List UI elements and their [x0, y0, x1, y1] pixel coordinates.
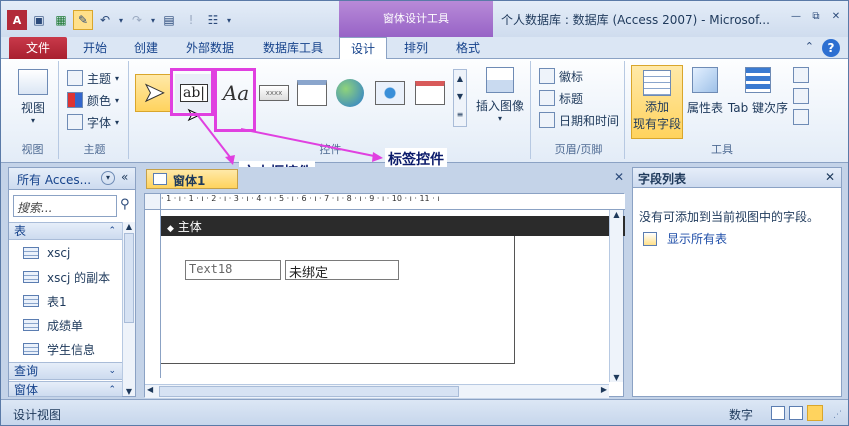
nav-category-tables[interactable]: 表 ⌃ [9, 222, 122, 240]
field-list-header: 字段列表 ✕ [633, 168, 841, 188]
ruler-corner [145, 194, 161, 210]
table-icon [23, 319, 39, 331]
nav-item-xscj[interactable]: xscj [23, 242, 70, 264]
expand-down-icon: ⌄ [108, 366, 116, 376]
nav-item-table1[interactable]: 表1 [23, 290, 67, 312]
form-vertical-scrollbar[interactable]: ▲ ▼ [609, 210, 623, 382]
field-list-pane: 字段列表 ✕ 没有可添加到当前视图中的字段。 显示所有表 [632, 167, 842, 397]
nav-item-student-info[interactable]: 学生信息 [23, 338, 95, 360]
document-tab-bar: 窗体1 ✕ [140, 167, 630, 189]
scroll-up-icon[interactable]: ▲ [610, 210, 623, 219]
navigation-pane: 所有 Acces... ▾ « 搜索... ⚲ 表 ⌃ xscj xscj 的副本… [8, 167, 136, 397]
scroll-left-icon[interactable]: ◀ [147, 385, 153, 394]
nav-collapse-icon[interactable]: « [121, 170, 128, 184]
document-area: 窗体1 ✕ · 1 · ı · 1 · ı · 2 · ı · 3 · ı · … [140, 167, 630, 398]
scroll-down-icon[interactable]: ▼ [123, 387, 135, 396]
form-icon [153, 173, 167, 185]
nav-category-queries[interactable]: 查询 ⌄ [9, 362, 122, 380]
table-icon [23, 343, 39, 355]
document-tab-form1[interactable]: 窗体1 [146, 169, 238, 189]
nav-header[interactable]: 所有 Acces... ▾ « [9, 168, 135, 190]
table-icon [23, 271, 39, 283]
scroll-up-icon[interactable]: ▲ [123, 222, 135, 231]
horizontal-scroll-thumb[interactable] [159, 386, 459, 397]
app-window: A ▣ ▦ ✎ ↶ ▾ ↷ ▾ ▤ ! ☷ ▾ 窗体设计工具 个人数据库 : 数… [0, 0, 849, 426]
field-list-message: 没有可添加到当前视图中的字段。 [639, 210, 820, 224]
nav-item-xscj-copy[interactable]: xscj 的副本 [23, 266, 110, 288]
table-icon [23, 295, 39, 307]
detail-section-bar[interactable]: ◆ 主体 [161, 216, 625, 236]
layout-view-button-icon[interactable] [789, 406, 803, 420]
nav-category-forms[interactable]: 窗体 ⌃ [9, 381, 122, 397]
status-view-text: 设计视图 [13, 408, 62, 422]
form-view-button-icon[interactable] [771, 406, 785, 420]
detail-section[interactable]: Text18 未绑定 [161, 236, 515, 364]
resize-grip-icon[interactable]: ⋰ [833, 410, 842, 420]
nav-dropdown-icon[interactable]: ▾ [101, 171, 115, 185]
section-marker-icon: ◆ [167, 224, 174, 234]
nav-search-input[interactable]: 搜索... [13, 195, 117, 217]
form-design-surface: · 1 · ı · 1 · ı · 2 · ı · 3 · ı · 4 · ı … [144, 193, 625, 398]
nav-item-scores[interactable]: 成绩单 [23, 314, 83, 336]
show-all-tables-link[interactable]: 显示所有表 [643, 230, 727, 247]
vertical-ruler [145, 210, 161, 378]
close-document-icon[interactable]: ✕ [614, 170, 624, 184]
design-view-button-icon[interactable] [807, 405, 823, 421]
textbox-control[interactable]: Text18 [185, 260, 281, 280]
collapse-up-icon: ⌃ [108, 385, 116, 395]
close-field-list-icon[interactable]: ✕ [825, 170, 835, 184]
horizontal-ruler: · 1 · ı · 1 · ı · 2 · ı · 3 · ı · 4 · ı … [161, 194, 625, 210]
table-icon [23, 247, 39, 259]
scroll-down-icon[interactable]: ▼ [610, 373, 623, 382]
nav-header-label: 所有 Acces... [17, 173, 92, 187]
collapse-up-icon: ⌃ [108, 226, 116, 236]
show-tables-icon [643, 231, 657, 246]
status-bar: 设计视图 数字 ⋰ [1, 399, 848, 425]
search-icon[interactable]: ⚲ [120, 197, 130, 212]
unbound-label-control[interactable]: 未绑定 [285, 260, 399, 281]
status-numlock-text: 数字 [729, 408, 754, 422]
scroll-right-icon[interactable]: ▶ [601, 385, 607, 394]
nav-scrollbar[interactable]: ▲ ▼ [122, 222, 135, 396]
form-horizontal-scrollbar[interactable]: ◀ ▶ [145, 384, 609, 398]
nav-scroll-thumb[interactable] [124, 233, 134, 323]
